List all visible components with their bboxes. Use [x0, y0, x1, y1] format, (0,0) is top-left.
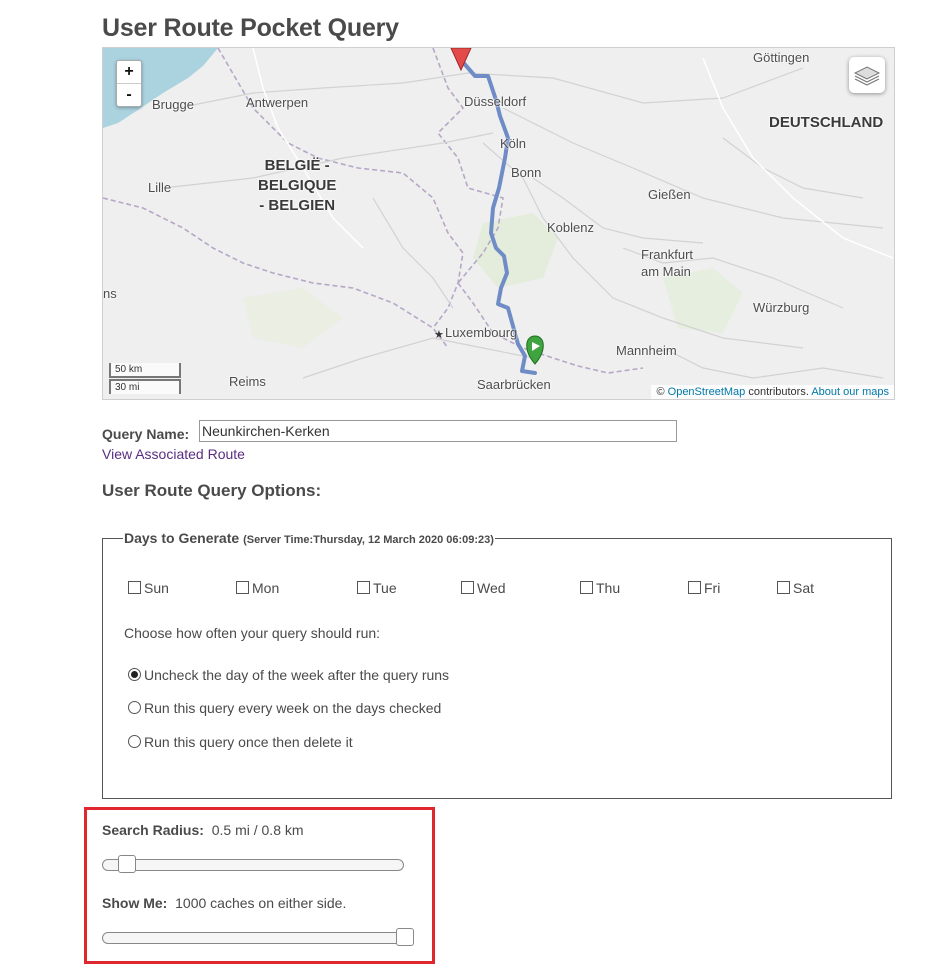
map-label-dusseldorf: Düsseldorf [464, 94, 527, 109]
options-heading: User Route Query Options: [102, 481, 322, 500]
map-label-koln: Köln [500, 136, 527, 151]
day-label: Sat [793, 580, 815, 596]
day-fri[interactable]: Fri [688, 580, 720, 596]
run-option-label: Uncheck the day of the week after the qu… [144, 667, 450, 683]
svg-text:★: ★ [434, 328, 444, 341]
show-me-value: 1000 caches on either side. [175, 895, 347, 911]
day-mon[interactable]: Mon [236, 580, 279, 596]
show-me-handle[interactable] [396, 928, 414, 946]
map-scale: 50 km 30 mi [109, 363, 181, 394]
scale-km: 50 km [109, 363, 181, 378]
attribution-prefix: © [656, 386, 665, 398]
map-label-frankfurt: Frankfurt am Main [641, 247, 694, 279]
map-label-deutschland: DEUTSCHLAND [769, 114, 884, 131]
days-legend-title: Days to Generate [124, 530, 240, 546]
days-fieldset: Days to Generate (Server Time:Thursday, … [102, 530, 892, 799]
day-sat[interactable]: Sat [777, 580, 814, 596]
day-label: Mon [252, 580, 280, 596]
show-me-row: Show Me: 1000 caches on either side. [102, 895, 346, 911]
map-label-belgie: BELGIË - BELGIQUE - BELGIEN [258, 157, 337, 214]
server-time: (Server Time:Thursday, 12 March 2020 06:… [243, 534, 494, 546]
search-radius-label: Search Radius: [102, 822, 204, 838]
day-wed[interactable]: Wed [461, 580, 506, 596]
day-checkbox[interactable] [688, 581, 701, 594]
day-checkbox[interactable] [357, 581, 370, 594]
map-label-gottingen: Göttingen [753, 50, 810, 65]
run-option-radio[interactable] [128, 668, 141, 681]
map-label-brugge: Brugge [152, 97, 194, 112]
run-option-uncheck[interactable]: Uncheck the day of the week after the qu… [128, 667, 449, 683]
day-sun[interactable]: Sun [128, 580, 169, 596]
map-label-antwerpen: Antwerpen [246, 95, 309, 110]
days-legend: Days to Generate (Server Time:Thursday, … [123, 530, 495, 546]
map-label-luxembourg: Luxembourg [445, 325, 518, 340]
page-title: User Route Pocket Query [102, 14, 399, 42]
search-radius-handle[interactable] [118, 855, 136, 873]
run-option-label: Run this query once then delete it [144, 734, 353, 750]
show-me-slider[interactable] [102, 928, 414, 946]
view-route-link[interactable]: View Associated Route [102, 446, 245, 462]
day-thu[interactable]: Thu [580, 580, 620, 596]
day-label: Sun [144, 580, 169, 596]
day-checkbox[interactable] [580, 581, 593, 594]
run-option-weekly[interactable]: Run this query every week on the days ch… [128, 700, 441, 716]
run-option-radio[interactable] [128, 735, 141, 748]
day-checkbox[interactable] [236, 581, 249, 594]
run-option-label: Run this query every week on the days ch… [144, 700, 442, 716]
search-radius-value: 0.5 mi / 0.8 km [211, 822, 304, 838]
choose-frequency-text: Choose how often your query should run: [124, 625, 381, 641]
day-checkbox[interactable] [777, 581, 790, 594]
map-label-koblenz: Koblenz [547, 220, 594, 235]
map-label-wurzburg: Würzburg [753, 300, 810, 315]
map-attribution: © OpenStreetMap contributors. About our … [651, 385, 894, 399]
layers-button[interactable] [849, 57, 885, 93]
route-map[interactable]: ★ Göttingen Brugge Antwerpen Düsseldorf … [102, 47, 895, 400]
zoom-out-button[interactable]: - [117, 83, 141, 106]
search-radius-slider[interactable] [102, 855, 404, 873]
osm-link[interactable]: OpenStreetMap [668, 386, 746, 398]
run-option-once[interactable]: Run this query once then delete it [128, 734, 353, 750]
day-checkbox[interactable] [461, 581, 474, 594]
query-name-label: Query Name: [102, 426, 190, 442]
map-label-ns: ns [103, 286, 117, 301]
scale-mi: 30 mi [109, 379, 181, 394]
layers-icon [853, 66, 881, 86]
zoom-in-button[interactable]: + [117, 61, 141, 83]
map-label-giessen: Gießen [648, 187, 691, 202]
search-radius-row: Search Radius: 0.5 mi / 0.8 km [102, 822, 304, 838]
day-label: Wed [477, 580, 506, 596]
run-option-radio[interactable] [128, 701, 141, 714]
day-label: Fri [704, 580, 721, 596]
day-tue[interactable]: Tue [357, 580, 397, 596]
query-name-input[interactable] [199, 420, 677, 442]
map-label-reims: Reims [229, 374, 266, 389]
day-label: Thu [596, 580, 621, 596]
map-label-mannheim: Mannheim [616, 343, 677, 358]
attribution-contributors: contributors. [748, 386, 809, 398]
map-label-lille: Lille [148, 180, 172, 195]
day-checkbox[interactable] [128, 581, 141, 594]
about-maps-link[interactable]: About our maps [811, 386, 889, 398]
day-label: Tue [373, 580, 397, 596]
map-label-saarbrucken: Saarbrücken [477, 377, 551, 392]
zoom-control: + - [116, 60, 142, 107]
map-label-bonn: Bonn [511, 165, 542, 180]
show-me-label: Show Me: [102, 895, 168, 911]
